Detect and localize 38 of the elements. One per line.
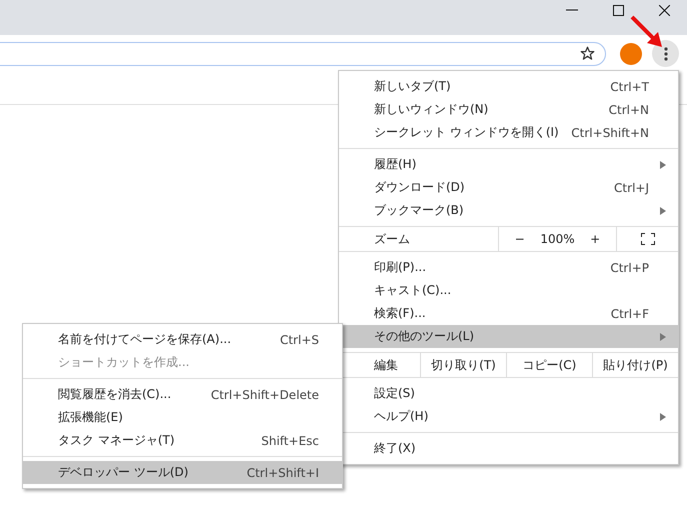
submenu-arrow-icon (660, 412, 666, 420)
bookmark-star-icon[interactable] (580, 46, 595, 61)
menu-item[interactable]: 印刷(P)... Ctrl+P (339, 256, 678, 279)
profile-avatar[interactable] (620, 42, 642, 64)
edit-action-button[interactable]: 貼り付け(P) (599, 356, 672, 374)
menu-item[interactable]: 名前を付けてページを保存(A)... Ctrl+S (23, 328, 342, 351)
submenu-arrow-icon (660, 160, 666, 168)
submenu-arrow-icon (660, 332, 666, 340)
zoom-out-button[interactable]: − (510, 232, 529, 246)
edit-action-button[interactable]: 切り取り(T) (427, 356, 500, 374)
menu-item[interactable]: 新しいタブ(T) Ctrl+T (339, 75, 678, 98)
menu-item[interactable]: ヘルプ(H) (339, 405, 678, 428)
menu-item[interactable]: 設定(S) (339, 382, 678, 405)
submenu-arrow-icon (660, 206, 666, 214)
fullscreen-icon[interactable] (640, 233, 654, 245)
minimize-icon (566, 9, 578, 11)
close-icon (658, 4, 670, 16)
edit-action-button[interactable]: コピー(C) (518, 356, 580, 374)
annotation-arrow (629, 14, 664, 48)
menu-item[interactable]: キャスト(C)... (339, 279, 678, 302)
menu-item[interactable]: タスク マネージャ(T) Shift+Esc (23, 429, 342, 452)
zoom-level: 100% (540, 232, 575, 246)
zoom-in-button[interactable]: + (586, 232, 604, 246)
menu-item[interactable]: デベロッパー ツール(D) Ctrl+Shift+I (23, 461, 342, 484)
menu-item[interactable]: 拡張機能(E) (23, 406, 342, 429)
menu-item[interactable]: シークレット ウィンドウを開く(I) Ctrl+Shift+N (339, 121, 678, 144)
menu-item[interactable]: 終了(X) (339, 437, 678, 460)
menu-item[interactable]: ダウンロード(D) Ctrl+J (339, 176, 678, 199)
menu-item[interactable]: 検索(F)... Ctrl+F (339, 302, 678, 325)
menu-item[interactable]: 閲覧履歴を消去(C)... Ctrl+Shift+Delete (23, 383, 342, 406)
maximize-icon (612, 4, 624, 16)
menu-item[interactable]: ブックマーク(B) (339, 199, 678, 222)
menu-button[interactable] (652, 40, 679, 67)
edit-label: 編集 (374, 356, 398, 374)
zoom-label: ズーム (374, 230, 410, 248)
menu-item[interactable]: 新しいウィンドウ(N) Ctrl+N (339, 98, 678, 121)
more-icon (664, 46, 668, 60)
menu-item[interactable]: 履歴(H) (339, 153, 678, 176)
